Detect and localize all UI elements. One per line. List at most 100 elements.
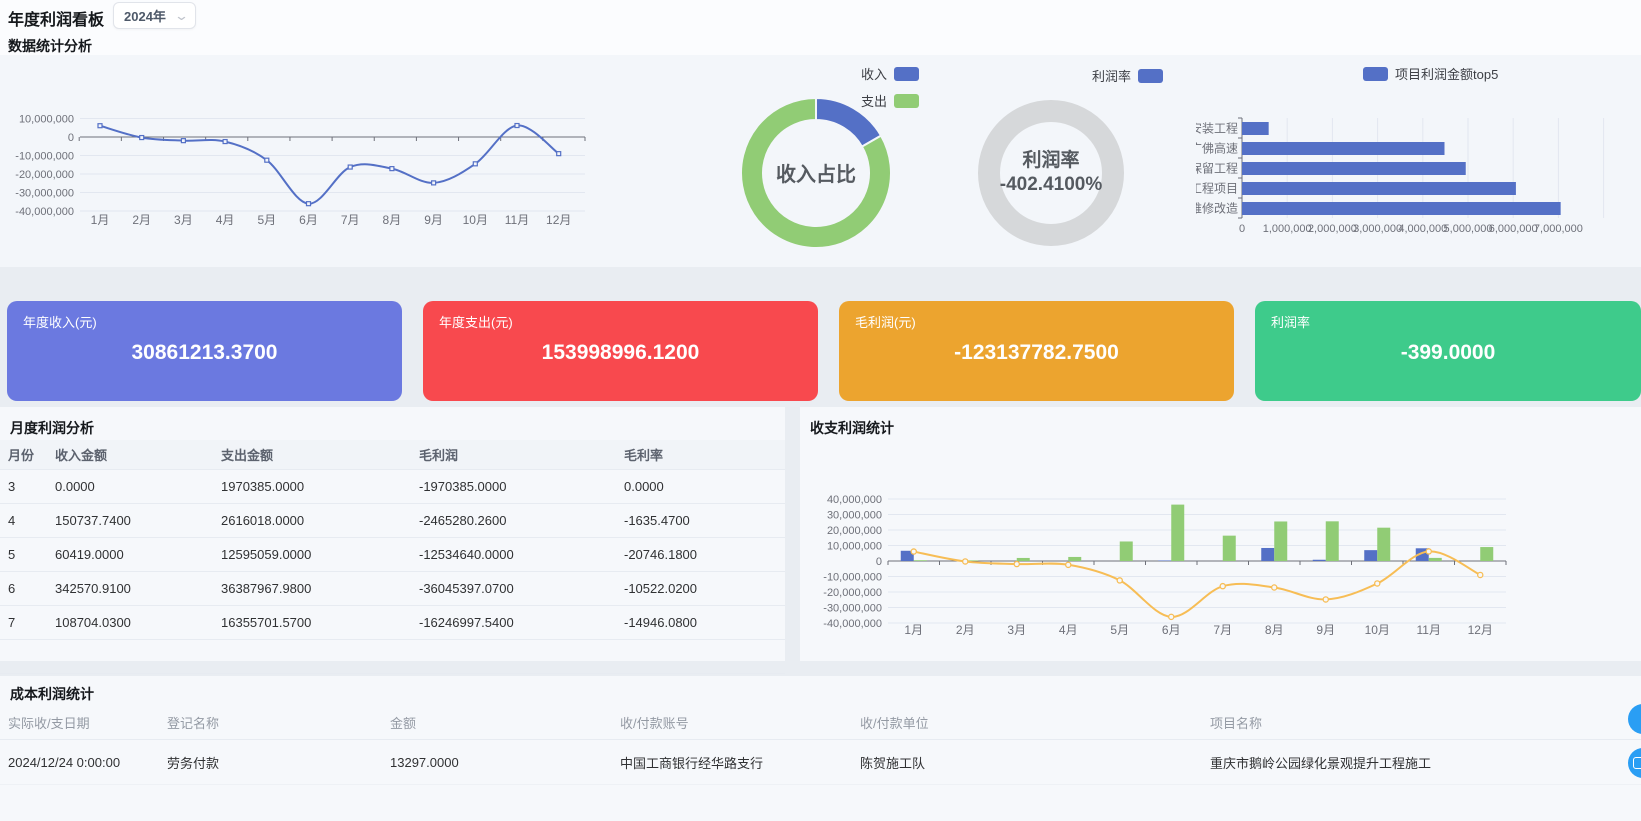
table-cell: 12595059.0000 [221,547,419,562]
svg-text:7,000,000: 7,000,000 [1534,223,1583,235]
column-header: 月份 [8,445,55,464]
svg-text:0: 0 [1239,223,1245,235]
svg-text:2,000,000: 2,000,000 [1308,223,1357,235]
svg-text:3月: 3月 [1007,623,1026,637]
svg-text:11月: 11月 [1417,623,1441,637]
project-top5-legend[interactable]: 项目利润金额top5 [1363,64,1498,83]
column-header: 项目名称 [1210,713,1641,732]
svg-text:0: 0 [68,132,74,144]
monthly-profit-table: 月份收入金额支出金额毛利润毛利率30.00001970385.0000-1970… [0,440,785,708]
stat-card-2: 毛利润(元) -123137782.7500 [839,301,1234,401]
stat-card-value: 153998996.1200 [423,341,818,365]
stat-card-3: 利润率-399.0000 [1255,301,1641,401]
table-cell: 342570.9100 [55,581,221,596]
svg-text:工程项目: 工程项目 [1190,181,1238,196]
table-cell: 6 [8,581,55,596]
svg-text:-20,000,000: -20,000,000 [823,587,882,599]
svg-text:-10,000,000: -10,000,000 [823,572,882,584]
legend-item[interactable]: 利润率 [1092,66,1163,85]
stats-section-title: 数据统计分析 [8,36,92,56]
table-row: 560419.000012595059.0000-12534640.0000-2… [0,538,785,572]
table-cell: -2465280.2600 [419,513,624,528]
cost-profit-panel: 成本利润统计 实际收/支日期登记名称金额收/付款账号收/付款单位项目名称2024… [0,676,1641,821]
svg-text:12月: 12月 [546,213,571,227]
svg-text:6,000,000: 6,000,000 [1489,223,1538,235]
table-row-empty [0,640,785,674]
column-header: 毛利率 [624,445,785,464]
cost-profit-table: 实际收/支日期登记名称金额收/付款账号收/付款单位项目名称 2024/12/24 … [0,706,1641,785]
svg-text:5月: 5月 [1110,623,1129,637]
table-cell: 108704.0300 [55,615,221,630]
svg-text:5,000,000: 5,000,000 [1444,223,1493,235]
svg-text:-30,000,000: -30,000,000 [823,603,882,615]
table-cell: 2024/12/24 0:00:00 [8,755,167,770]
svg-text:8月: 8月 [383,213,402,227]
table-cell: 7 [8,615,55,630]
report-icon [1633,757,1641,769]
svg-text:30,000,000: 30,000,000 [827,510,882,522]
table-row: 6342570.910036387967.9800-36045397.0700-… [0,572,785,606]
svg-text:10月: 10月 [1365,623,1390,637]
table-cell: 5 [8,547,55,562]
income-expense-profit-panel: 收支利润统计 40,000,00030,000,00020,000,00010,… [800,407,1641,661]
svg-text:1,000,000: 1,000,000 [1263,223,1312,235]
legend-swatch [1138,69,1163,83]
svg-text:5月: 5月 [257,213,276,227]
svg-text:10,000,000: 10,000,000 [827,541,882,553]
column-header: 登记名称 [167,713,390,732]
svg-text:10月: 10月 [463,213,488,227]
profit-rate-donut-label: 利润率-402.4100% [981,149,1121,197]
svg-text:9月: 9月 [1316,623,1335,637]
stat-card-value: -399.0000 [1255,341,1641,365]
svg-text:-40,000,000: -40,000,000 [823,618,882,630]
table-cell: 150737.7400 [55,513,221,528]
page-title: 年度利润看板 [8,6,104,30]
svg-text:-20,000,000: -20,000,000 [15,169,74,181]
legend-swatch [894,94,919,108]
stat-card-value: -123137782.7500 [839,341,1234,365]
monthly-profit-title: 月度利润分析 [10,418,94,438]
income-ratio-donut-label: 收入占比 [746,158,886,187]
top-charts-panel: 10,000,0000-10,000,000-20,000,000-30,000… [0,55,1641,267]
svg-text:1月: 1月 [904,623,923,637]
table-cell: 36387967.9800 [221,581,419,596]
svg-text:3月: 3月 [174,213,193,227]
income-expense-profit-chart: 40,000,00030,000,00020,000,00010,000,000… [800,431,1641,661]
monthly-profit-panel: 月度利润分析 月份收入金额支出金额毛利润毛利率30.00001970385.00… [0,407,785,661]
svg-text:维修改造: 维修改造 [1190,201,1238,216]
income-expense-legend[interactable]: 收入支出 [861,64,919,110]
column-header: 实际收/支日期 [8,713,167,732]
table-cell: -20746.1800 [624,547,785,562]
table-cell: 劳务付款 [167,753,390,772]
legend-label: 利润率 [1092,66,1131,85]
svg-text:2月: 2月 [956,623,975,637]
legend-label: 收入 [861,64,887,83]
table-cell: 陈贺施工队 [860,753,1210,772]
donut-center-text: -402.4100% [981,173,1121,197]
table-cell: -14946.0800 [624,615,785,630]
donut-center-text: 利润率 [981,149,1121,173]
svg-text:4,000,000: 4,000,000 [1398,223,1447,235]
stat-card-label: 毛利润(元) [855,312,916,331]
table-cell: 重庆市鹅岭公园绿化景观提升工程施工 [1210,753,1641,772]
legend-item[interactable]: 支出 [861,91,919,110]
svg-text:2月: 2月 [132,213,151,227]
svg-text:40,000,000: 40,000,000 [827,494,882,506]
legend-item[interactable]: 收入 [861,64,919,83]
table-header-row: 实际收/支日期登记名称金额收/付款账号收/付款单位项目名称 [0,706,1641,740]
svg-text:7月: 7月 [1213,623,1232,637]
svg-text:7月: 7月 [341,213,360,227]
profit-rate-legend[interactable]: 利润率 [1092,66,1163,85]
legend-item[interactable]: 项目利润金额top5 [1363,64,1498,83]
table-cell: 4 [8,513,55,528]
year-select-dropdown[interactable]: 2024年 ⌄ [113,2,196,29]
column-header: 收/付款单位 [860,713,1210,732]
svg-text:3,000,000: 3,000,000 [1353,223,1402,235]
stat-card-0: 年度收入(元)30861213.3700 [7,301,402,401]
table-cell: -1635.4700 [624,513,785,528]
table-cell: 2616018.0000 [221,513,419,528]
table-cell: 1970385.0000 [221,479,419,494]
svg-text:6月: 6月 [299,213,318,227]
svg-text:-40,000,000: -40,000,000 [15,206,74,218]
svg-text:11月: 11月 [505,213,529,227]
